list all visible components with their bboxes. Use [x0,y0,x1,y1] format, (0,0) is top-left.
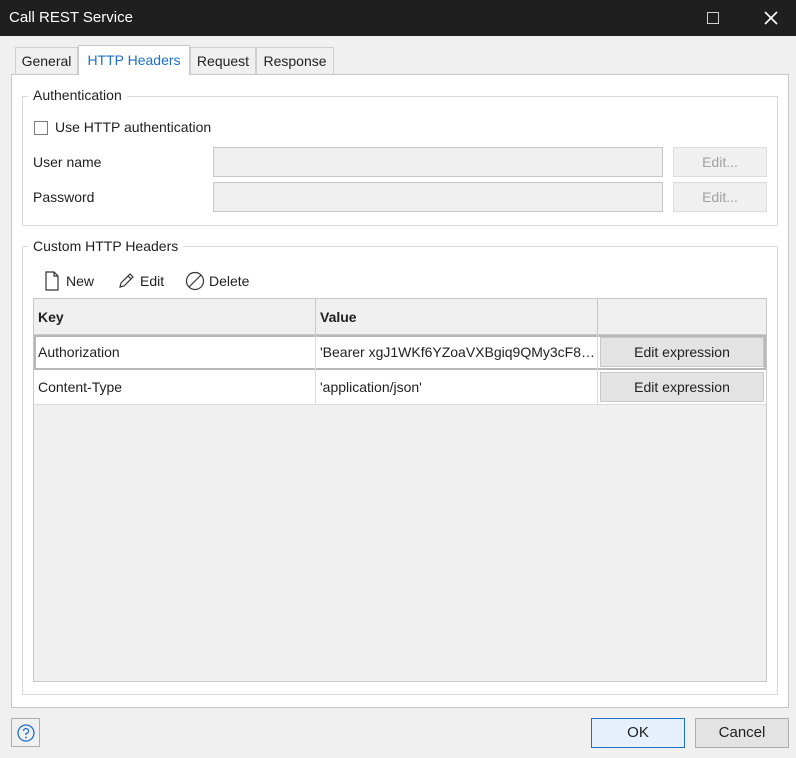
row-value: 'Bearer xgJ1WKf6YZoaVXBgiq9QMy3cF8FP... [316,335,598,370]
edit-button[interactable]: Edit [117,269,171,293]
column-header-actions [598,299,766,335]
cancel-button[interactable]: Cancel [695,718,789,748]
column-header-value[interactable]: Value [316,299,598,335]
password-edit-button[interactable]: Edit... [673,182,767,212]
username-label: User name [33,154,102,170]
username-edit-button[interactable]: Edit... [673,147,767,177]
tab-general[interactable]: General [15,47,78,74]
pencil-icon [119,273,134,288]
password-field[interactable] [213,182,663,212]
new-label: New [66,273,95,289]
use-auth-label: Use HTTP authentication [55,119,212,135]
edit-label: Edit [140,273,165,289]
document-icon [45,271,59,291]
custom-headers-legend: Custom HTTP Headers [28,238,184,254]
delete-label: Delete [209,273,250,289]
table-row[interactable]: Content-Type 'application/json' Edit exp… [34,370,766,405]
close-icon[interactable] [756,4,786,32]
edit-expression-button[interactable]: Edit expression [600,337,764,367]
ok-button[interactable]: OK [591,718,685,748]
use-auth-checkbox[interactable] [34,121,48,135]
row-key: Authorization [34,335,316,370]
row-key: Content-Type [34,370,316,405]
tab-request[interactable]: Request [190,47,256,74]
headers-table[interactable]: Key Value Authorization 'Bearer xgJ1WKf6… [33,298,767,682]
new-button[interactable]: New [44,269,102,293]
tab-response[interactable]: Response [256,47,334,74]
password-label: Password [33,189,95,205]
window-title: Call REST Service [9,9,133,26]
question-icon [17,724,35,742]
column-header-key[interactable]: Key [34,299,316,335]
row-value: 'application/json' [316,370,598,405]
tab-http-headers[interactable]: HTTP Headers [78,45,190,75]
edit-expression-button[interactable]: Edit expression [600,372,764,402]
title-bar: Call REST Service [0,0,796,36]
delete-button[interactable]: Delete [185,269,255,293]
help-button[interactable] [11,718,40,747]
authentication-legend: Authentication [28,87,127,103]
table-header: Key Value [34,299,766,335]
prohibited-icon [185,271,205,291]
maximize-icon[interactable] [707,12,719,24]
username-field[interactable] [213,147,663,177]
table-row[interactable]: Authorization 'Bearer xgJ1WKf6YZoaVXBgiq… [34,335,766,370]
